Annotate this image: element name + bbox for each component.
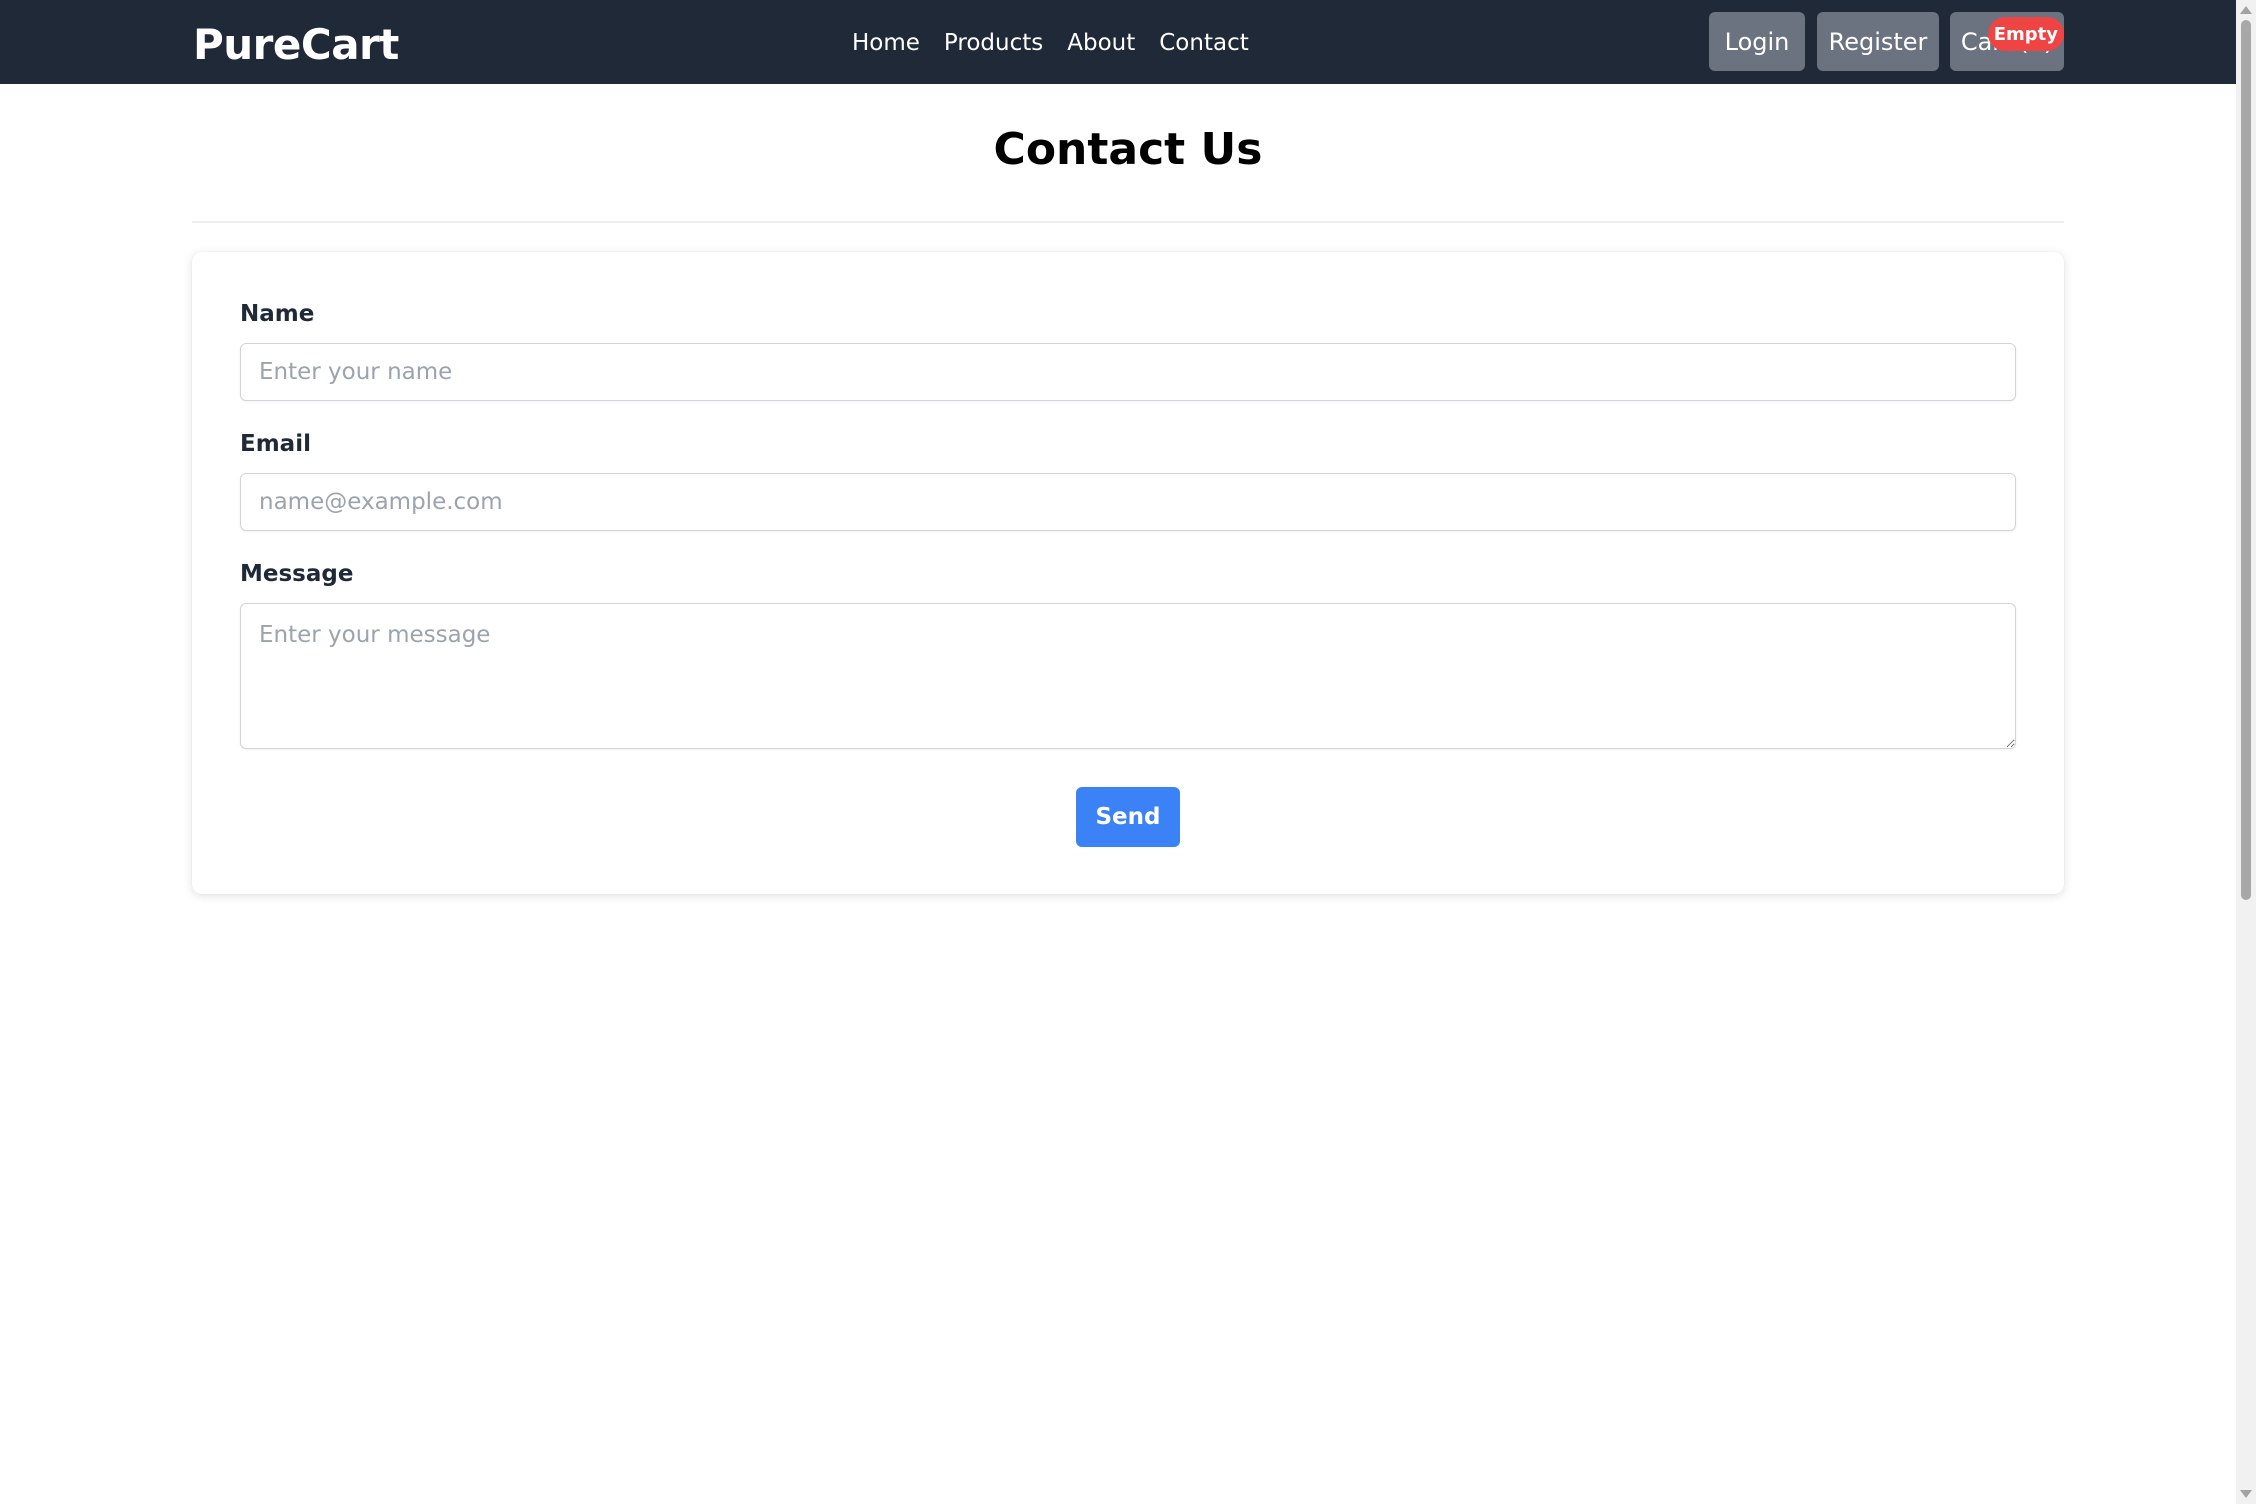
nav-links: Home Products About Contact xyxy=(852,26,1249,60)
send-button[interactable]: Send xyxy=(1076,787,1180,847)
message-label: Message xyxy=(240,561,354,587)
contact-form-card: Name Email Message Send xyxy=(192,252,2064,894)
brand-logo[interactable]: PureCart xyxy=(193,18,399,72)
scrollbar-thumb[interactable] xyxy=(2241,20,2251,900)
cart-status-badge: Empty xyxy=(1987,17,2064,51)
nav-link-about[interactable]: About xyxy=(1067,26,1135,60)
email-label: Email xyxy=(240,431,311,457)
register-button[interactable]: Register xyxy=(1817,12,1939,71)
vertical-scrollbar[interactable] xyxy=(2236,0,2256,1504)
title-divider xyxy=(192,221,2064,223)
message-textarea[interactable] xyxy=(240,603,2016,749)
cart-button[interactable]: Cart (0) Empty xyxy=(1950,12,2064,71)
scroll-down-arrow-icon[interactable] xyxy=(2240,1490,2252,1498)
nav-link-home[interactable]: Home xyxy=(852,26,920,60)
navbar: PureCart Home Products About Contact Log… xyxy=(0,0,2236,84)
login-button[interactable]: Login xyxy=(1709,12,1805,71)
nav-link-contact[interactable]: Contact xyxy=(1159,26,1248,60)
email-input[interactable] xyxy=(240,473,2016,531)
nav-link-products[interactable]: Products xyxy=(944,26,1043,60)
name-input[interactable] xyxy=(240,343,2016,401)
page-title: Contact Us xyxy=(993,124,1263,175)
scroll-up-arrow-icon[interactable] xyxy=(2240,6,2252,14)
name-label: Name xyxy=(240,301,315,327)
